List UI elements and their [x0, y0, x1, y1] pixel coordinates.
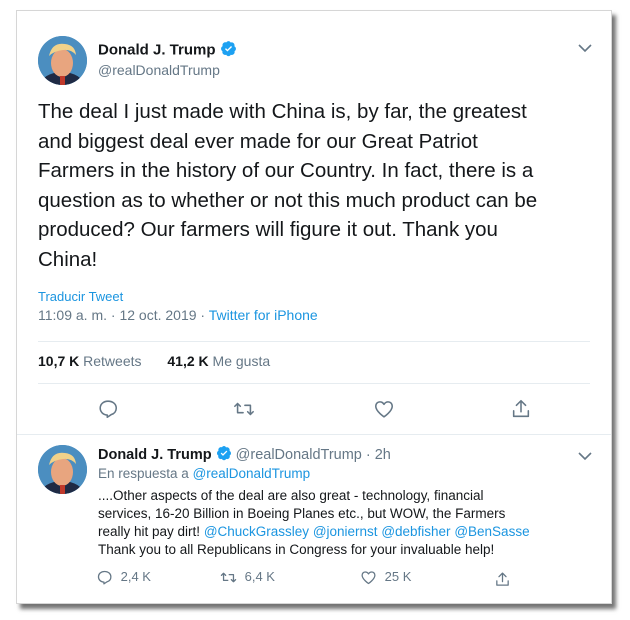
retweet-icon[interactable] — [233, 398, 255, 420]
retweet-icon — [220, 572, 237, 583]
chevron-down-icon[interactable] — [578, 451, 592, 461]
author-name[interactable]: Donald J. Trump — [98, 447, 212, 463]
reply-text-line: Thank you to all Republicans in Congress… — [98, 542, 495, 557]
share-icon[interactable] — [510, 398, 532, 420]
divider — [38, 383, 590, 384]
tweet-text-line: China! — [38, 247, 98, 271]
tweet-text-line: and biggest deal ever made for our Great… — [38, 129, 478, 153]
tweet-text-line: produced? Our farmers will figure it out… — [38, 218, 498, 241]
avatar[interactable] — [38, 445, 87, 494]
reply-text: ....Other aspects of the deal are also g… — [98, 487, 530, 559]
reply-header: Donald J. Trump @realDonaldTrump · 2h — [98, 445, 391, 465]
translate-tweet-link[interactable]: Traducir Tweet — [38, 289, 123, 304]
reply-count: 2,4 K — [120, 569, 151, 584]
avatar[interactable] — [38, 36, 87, 85]
tweet-date[interactable]: 12 oct. 2019 — [119, 307, 196, 323]
mention-link[interactable]: @BenSasse — [454, 524, 529, 539]
like-count: 25 K — [384, 569, 412, 584]
heart-icon — [361, 571, 376, 585]
retweets-count: 10,7 K — [38, 353, 80, 369]
reply-text-line: ....Other aspects of the deal are also g… — [98, 488, 484, 503]
separator: · — [200, 307, 206, 323]
mention-link[interactable]: @joniernst — [313, 524, 378, 539]
author-handle[interactable]: @realDonaldTrump — [236, 447, 362, 463]
author-handle[interactable]: @realDonaldTrump — [98, 62, 220, 78]
retweets-label: Retweets — [83, 353, 142, 369]
reply-text-line: services, 16-20 Billion in Boeing Planes… — [98, 506, 506, 521]
separator: · — [110, 307, 116, 323]
tweet-time[interactable]: 11:09 a. m. — [38, 307, 107, 323]
verified-badge-icon — [216, 445, 232, 465]
verified-badge-icon — [220, 40, 237, 61]
likes-count: 41,2 K — [167, 353, 209, 369]
tweet-card: Donald J. Trump @realDonaldTrump The dea… — [16, 10, 612, 604]
tweet-source-link[interactable]: Twitter for iPhone — [209, 307, 318, 323]
tweet-stats: 10,7 K Retweets 41,2 K Me gusta — [38, 353, 270, 369]
retweets-stat[interactable]: 10,7 K Retweets — [38, 353, 145, 369]
likes-stat[interactable]: 41,2 K Me gusta — [167, 353, 270, 369]
reply-icon[interactable] — [97, 398, 119, 420]
tweet-timestamp: 11:09 a. m. · 12 oct. 2019 · Twitter for… — [38, 307, 318, 323]
retweet-action[interactable]: 6,4 K — [220, 569, 275, 586]
share-icon[interactable] — [494, 571, 511, 588]
tweet-text-line: question as to whether or not this much … — [38, 188, 538, 212]
tweet-time-ago[interactable]: · 2h — [366, 447, 391, 463]
replying-to-label: En respuesta a — [98, 466, 189, 481]
tweet-text-line: Farmers in the history of our Country. I… — [38, 159, 534, 182]
reply-action[interactable]: 2,4 K — [96, 569, 151, 586]
reply-text-fragment: really hit pay dirt! — [98, 524, 201, 539]
author-name[interactable]: Donald J. Trump — [98, 40, 237, 61]
tweet-text-line: The deal I just made with China is, by f… — [38, 100, 527, 123]
mention-link[interactable]: @ChuckGrassley — [204, 524, 309, 539]
divider — [17, 434, 611, 435]
divider — [38, 341, 590, 342]
reply-text-line: really hit pay dirt! @ChuckGrassley @jon… — [98, 523, 530, 541]
replying-to: En respuesta a @realDonaldTrump — [98, 466, 310, 481]
reply-icon — [97, 570, 112, 585]
chevron-down-icon[interactable] — [578, 43, 592, 53]
retweet-count: 6,4 K — [244, 569, 275, 584]
tweet-text: The deal I just made with China is, by f… — [38, 97, 537, 274]
like-action[interactable]: 25 K — [360, 569, 411, 586]
replying-to-handle[interactable]: @realDonaldTrump — [193, 466, 311, 481]
likes-label: Me gusta — [212, 353, 271, 369]
heart-icon[interactable] — [373, 398, 395, 420]
mention-link[interactable]: @debfisher — [381, 524, 450, 539]
